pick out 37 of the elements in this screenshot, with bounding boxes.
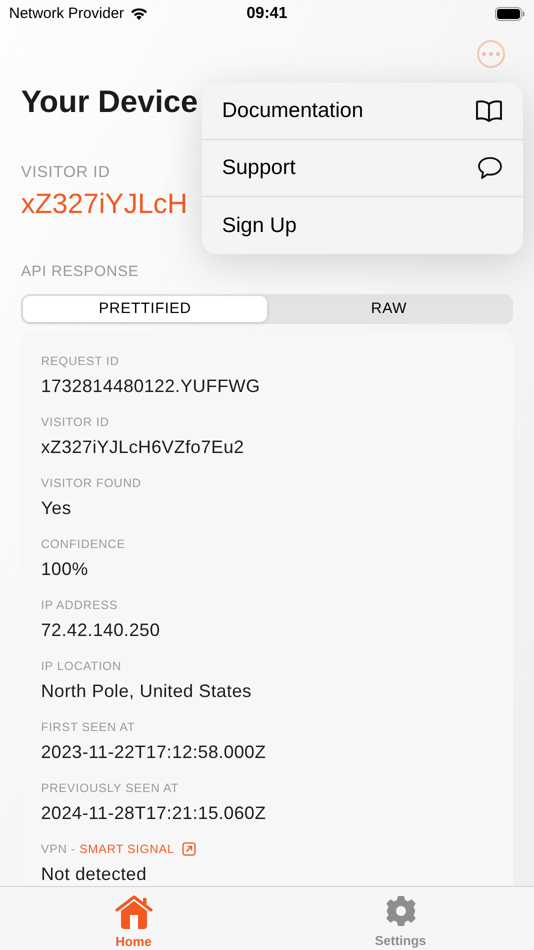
field-value: Not detected (41, 863, 148, 886)
field-value: Yes (41, 497, 72, 520)
carrier-name: Network Provider (9, 4, 124, 24)
page-title: Your Device (21, 84, 198, 120)
field-label: PREVIOUSLY SEEN AT (41, 780, 180, 797)
section-label: API RESPONSE (21, 262, 139, 282)
menu-item[interactable]: Sign Up (202, 197, 523, 254)
wifi-icon (130, 7, 148, 21)
battery-icon (494, 7, 525, 21)
field-value: 72.42.140.250 (41, 619, 162, 642)
field-label: IP ADDRESS (41, 597, 119, 614)
clock-time: 09:41 (246, 4, 288, 24)
gear-icon (384, 895, 416, 928)
field-label: VPN - (41, 841, 76, 858)
field-value: North Pole, United States (41, 680, 253, 703)
section-label: VISITOR ID (21, 163, 110, 183)
menu-item[interactable]: Documentation (202, 83, 523, 140)
segment-tab[interactable]: PRETTIFIED (23, 296, 267, 322)
field-label: VISITOR ID (41, 414, 110, 431)
field-value: 100% (41, 558, 90, 581)
more-button[interactable] (477, 40, 505, 68)
field-label: FIRST SEEN AT (41, 719, 136, 736)
visitor-id: xZ327iYJLcH (21, 187, 188, 221)
field-label: IP LOCATION (41, 658, 122, 675)
field-value: 2024-11-28T17:21:15.060Z (41, 802, 268, 825)
field-label: VISITOR FOUND (41, 475, 142, 492)
field-value: 2023-11-22T17:12:58.000Z (41, 741, 268, 764)
field-label: REQUEST ID (41, 353, 120, 370)
field-value: xZ327iYJLcH6VZfo7Eu2 (41, 436, 246, 459)
field-label: CONFIDENCE (41, 536, 126, 553)
segment-tab[interactable]: RAW (267, 296, 511, 322)
menu-item[interactable]: Support (202, 140, 523, 197)
speech-bubble-icon (477, 156, 503, 180)
field-value: 1732814480122.YUFFWG (41, 375, 262, 398)
external-link-icon (182, 842, 196, 856)
home-icon (114, 895, 152, 929)
book-icon (475, 100, 503, 122)
